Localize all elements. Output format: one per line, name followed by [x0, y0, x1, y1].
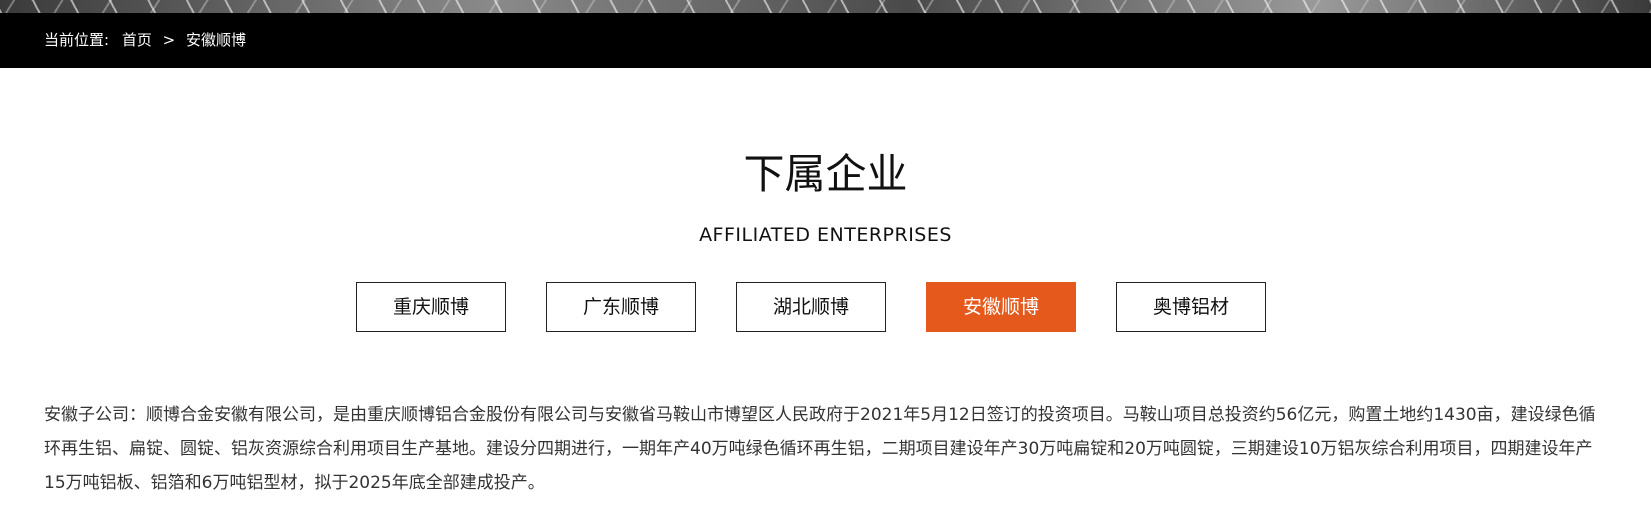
- tab-aobo-aluminum[interactable]: 奥博铝材: [1116, 282, 1266, 332]
- breadcrumb-prefix: 当前位置:: [44, 31, 110, 49]
- tab-guangdong-shunbo[interactable]: 广东顺博: [546, 282, 696, 332]
- breadcrumb-home-link[interactable]: 首页: [122, 31, 152, 49]
- breadcrumb-separator: >: [162, 31, 176, 49]
- hero-banner-image: [0, 0, 1651, 13]
- section-subtitle: AFFILIATED ENTERPRISES: [699, 224, 952, 246]
- tab-hubei-shunbo[interactable]: 湖北顺博: [736, 282, 886, 332]
- breadcrumb: 当前位置: 首页 > 安徽顺博: [44, 13, 246, 68]
- enterprise-description: 安徽子公司：顺博合金安徽有限公司，是由重庆顺博铝合金股份有限公司与安徽省马鞍山市…: [44, 405, 1596, 493]
- tab-chongqing-shunbo[interactable]: 重庆顺博: [356, 282, 506, 332]
- breadcrumb-current-link[interactable]: 安徽顺博: [186, 31, 246, 49]
- section-title: 下属企业: [743, 150, 908, 198]
- breadcrumb-bar: 当前位置: 首页 > 安徽顺博: [0, 13, 1651, 68]
- tab-anhui-shunbo[interactable]: 安徽顺博: [926, 282, 1076, 332]
